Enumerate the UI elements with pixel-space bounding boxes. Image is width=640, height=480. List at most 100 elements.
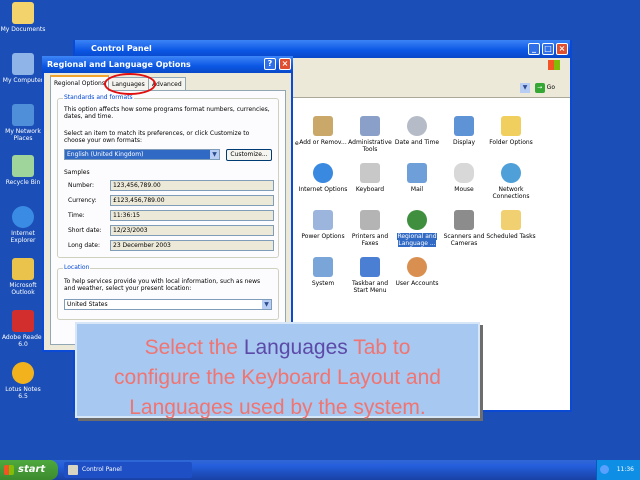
windows-flag-icon: [4, 465, 14, 475]
cp-item-add-remove[interactable]: Add or Remov...: [298, 116, 348, 146]
system-icon: [313, 257, 333, 277]
cp-item-internet-options[interactable]: Internet Options: [298, 163, 348, 193]
user-accounts-icon: [407, 257, 427, 277]
desktop-icon-lotus-notes[interactable]: Lotus Notes 6.5: [0, 362, 46, 400]
sample-time-value: 11:36:15: [110, 210, 274, 221]
samples-heading: Samples: [64, 169, 90, 176]
control-panel-icon: [68, 465, 78, 475]
go-button[interactable]: → Go: [532, 82, 558, 94]
cp-item-administrative-tools[interactable]: Administrative Tools: [345, 116, 395, 153]
sample-number-value: 123,456,789.00: [110, 180, 274, 191]
dialog-title-bar[interactable]: Regional and Language Options ? ×: [42, 56, 293, 73]
power-icon: [313, 210, 333, 230]
printer-icon: [360, 210, 380, 230]
sample-time-label: Time:: [68, 212, 85, 219]
desktop-icon-label: Recycle Bin: [5, 179, 41, 186]
desktop-icon-recycle-bin[interactable]: Recycle Bin: [0, 155, 46, 186]
desktop-icon-internet-explorer[interactable]: Internet Explorer: [0, 206, 46, 244]
scanner-icon: [454, 210, 474, 230]
network-icon: [12, 104, 34, 126]
customize-button[interactable]: Customize...: [226, 149, 272, 161]
scheduled-tasks-icon: [501, 210, 521, 230]
cp-item-user-accounts[interactable]: User Accounts: [392, 257, 442, 287]
desktop-icon-my-network-places[interactable]: My Network Places: [0, 104, 46, 142]
lotus-notes-icon: [12, 362, 34, 384]
adobe-reader-icon: [12, 310, 34, 332]
tab-regional-options[interactable]: Regional Options: [50, 75, 109, 91]
taskbar-item-control-panel[interactable]: Control Panel: [64, 462, 192, 478]
desktop-icon-adobe-reader[interactable]: Adobe Reader 6.0: [0, 310, 46, 348]
desktop-icon-label: My Network Places: [5, 128, 41, 142]
locale-select[interactable]: English (United Kingdom) ▼: [64, 149, 220, 160]
add-remove-programs-icon: [313, 116, 333, 136]
desktop-icon-label: Microsoft Outlook: [9, 282, 37, 296]
folder-icon: [12, 2, 34, 24]
standards-description: This option affects how some programs fo…: [64, 106, 270, 120]
sample-long-date-label: Long date:: [68, 242, 100, 249]
display-icon: [454, 116, 474, 136]
dialog-title: Regional and Language Options: [47, 60, 191, 69]
close-icon[interactable]: ×: [556, 43, 568, 55]
window-title: Control Panel: [91, 44, 152, 53]
desktop-icon-my-computer[interactable]: My Computer: [0, 53, 46, 84]
standards-select-prompt: Select an item to match its preferences,…: [64, 130, 250, 144]
regional-language-dialog: Regional and Language Options ? × Region…: [42, 56, 293, 352]
location-group: Location To help services provide you wi…: [57, 264, 279, 320]
mouse-icon: [454, 163, 474, 183]
cp-item-regional-language[interactable]: Regional and Language ...: [392, 210, 442, 247]
sample-short-date-value: 12/23/2003: [110, 225, 274, 236]
start-button[interactable]: start: [0, 460, 58, 480]
help-icon[interactable]: ?: [264, 58, 276, 70]
instruction-line-1: Select the Languages Tab to: [144, 336, 411, 359]
regional-options-panel: Standards and formats This option affect…: [50, 90, 286, 345]
folder-options-icon: [501, 116, 521, 136]
cp-item-keyboard[interactable]: Keyboard: [345, 163, 395, 193]
clock-icon: [407, 116, 427, 136]
administrative-tools-icon: [360, 116, 380, 136]
minimize-icon[interactable]: _: [528, 43, 540, 55]
desktop-icon-label: My Computer: [2, 77, 44, 84]
sample-short-date-label: Short date:: [68, 227, 102, 234]
cp-item-power-options[interactable]: Power Options: [298, 210, 348, 240]
location-select[interactable]: United States ▼: [64, 299, 272, 310]
standards-formats-legend: Standards and formats: [63, 94, 134, 101]
outlook-icon: [12, 258, 34, 280]
instruction-keyword: Languages: [243, 336, 348, 359]
go-arrow-icon: →: [534, 83, 545, 93]
location-description: To help services provide you with local …: [64, 278, 261, 292]
computer-icon: [12, 53, 34, 75]
sample-currency-value: £123,456,789.00: [110, 195, 274, 206]
desktop-icon-microsoft-outlook[interactable]: Microsoft Outlook: [0, 258, 46, 296]
cp-item-taskbar-start-menu[interactable]: Taskbar and Start Menu: [345, 257, 395, 294]
mail-icon: [407, 163, 427, 183]
desktop-icon-label: Internet Explorer: [10, 230, 36, 244]
desktop-icon-my-documents[interactable]: My Documents: [0, 2, 46, 33]
cp-item-scheduled-tasks[interactable]: Scheduled Tasks: [486, 210, 536, 240]
cp-item-mouse[interactable]: Mouse: [439, 163, 489, 193]
chevron-down-icon: ▼: [210, 150, 219, 159]
taskbar: start Control Panel 11:36: [0, 460, 640, 480]
close-icon[interactable]: ×: [279, 58, 291, 70]
clock: 11:36: [616, 466, 634, 473]
address-dropdown-arrow[interactable]: ▼: [520, 83, 530, 93]
sample-long-date-value: 23 December 2003: [110, 240, 274, 251]
cp-item-printers-faxes[interactable]: Printers and Faxes: [345, 210, 395, 247]
desktop-icon-label: Lotus Notes 6.5: [5, 386, 41, 400]
cp-item-date-time[interactable]: Date and Time: [392, 116, 442, 146]
cp-item-mail[interactable]: Mail: [392, 163, 442, 193]
desktop-icon-label: Adobe Reader 6.0: [1, 334, 45, 348]
recycle-bin-icon: [12, 155, 34, 177]
instruction-line-3: Languages used by the system.: [129, 396, 426, 419]
cp-item-system[interactable]: System: [298, 257, 348, 287]
tray-notification-icon[interactable]: [600, 465, 609, 474]
keyboard-icon: [360, 163, 380, 183]
cp-item-folder-options[interactable]: Folder Options: [486, 116, 536, 146]
network-connections-icon: [501, 163, 521, 183]
cp-item-display[interactable]: Display: [439, 116, 489, 146]
location-legend: Location: [63, 264, 91, 271]
globe-icon: [313, 163, 333, 183]
cp-item-scanners-cameras[interactable]: Scanners and Cameras: [439, 210, 489, 247]
cp-item-network-connections[interactable]: Network Connections: [486, 163, 536, 200]
regional-globe-icon: [407, 210, 427, 230]
maximize-icon[interactable]: □: [542, 43, 554, 55]
